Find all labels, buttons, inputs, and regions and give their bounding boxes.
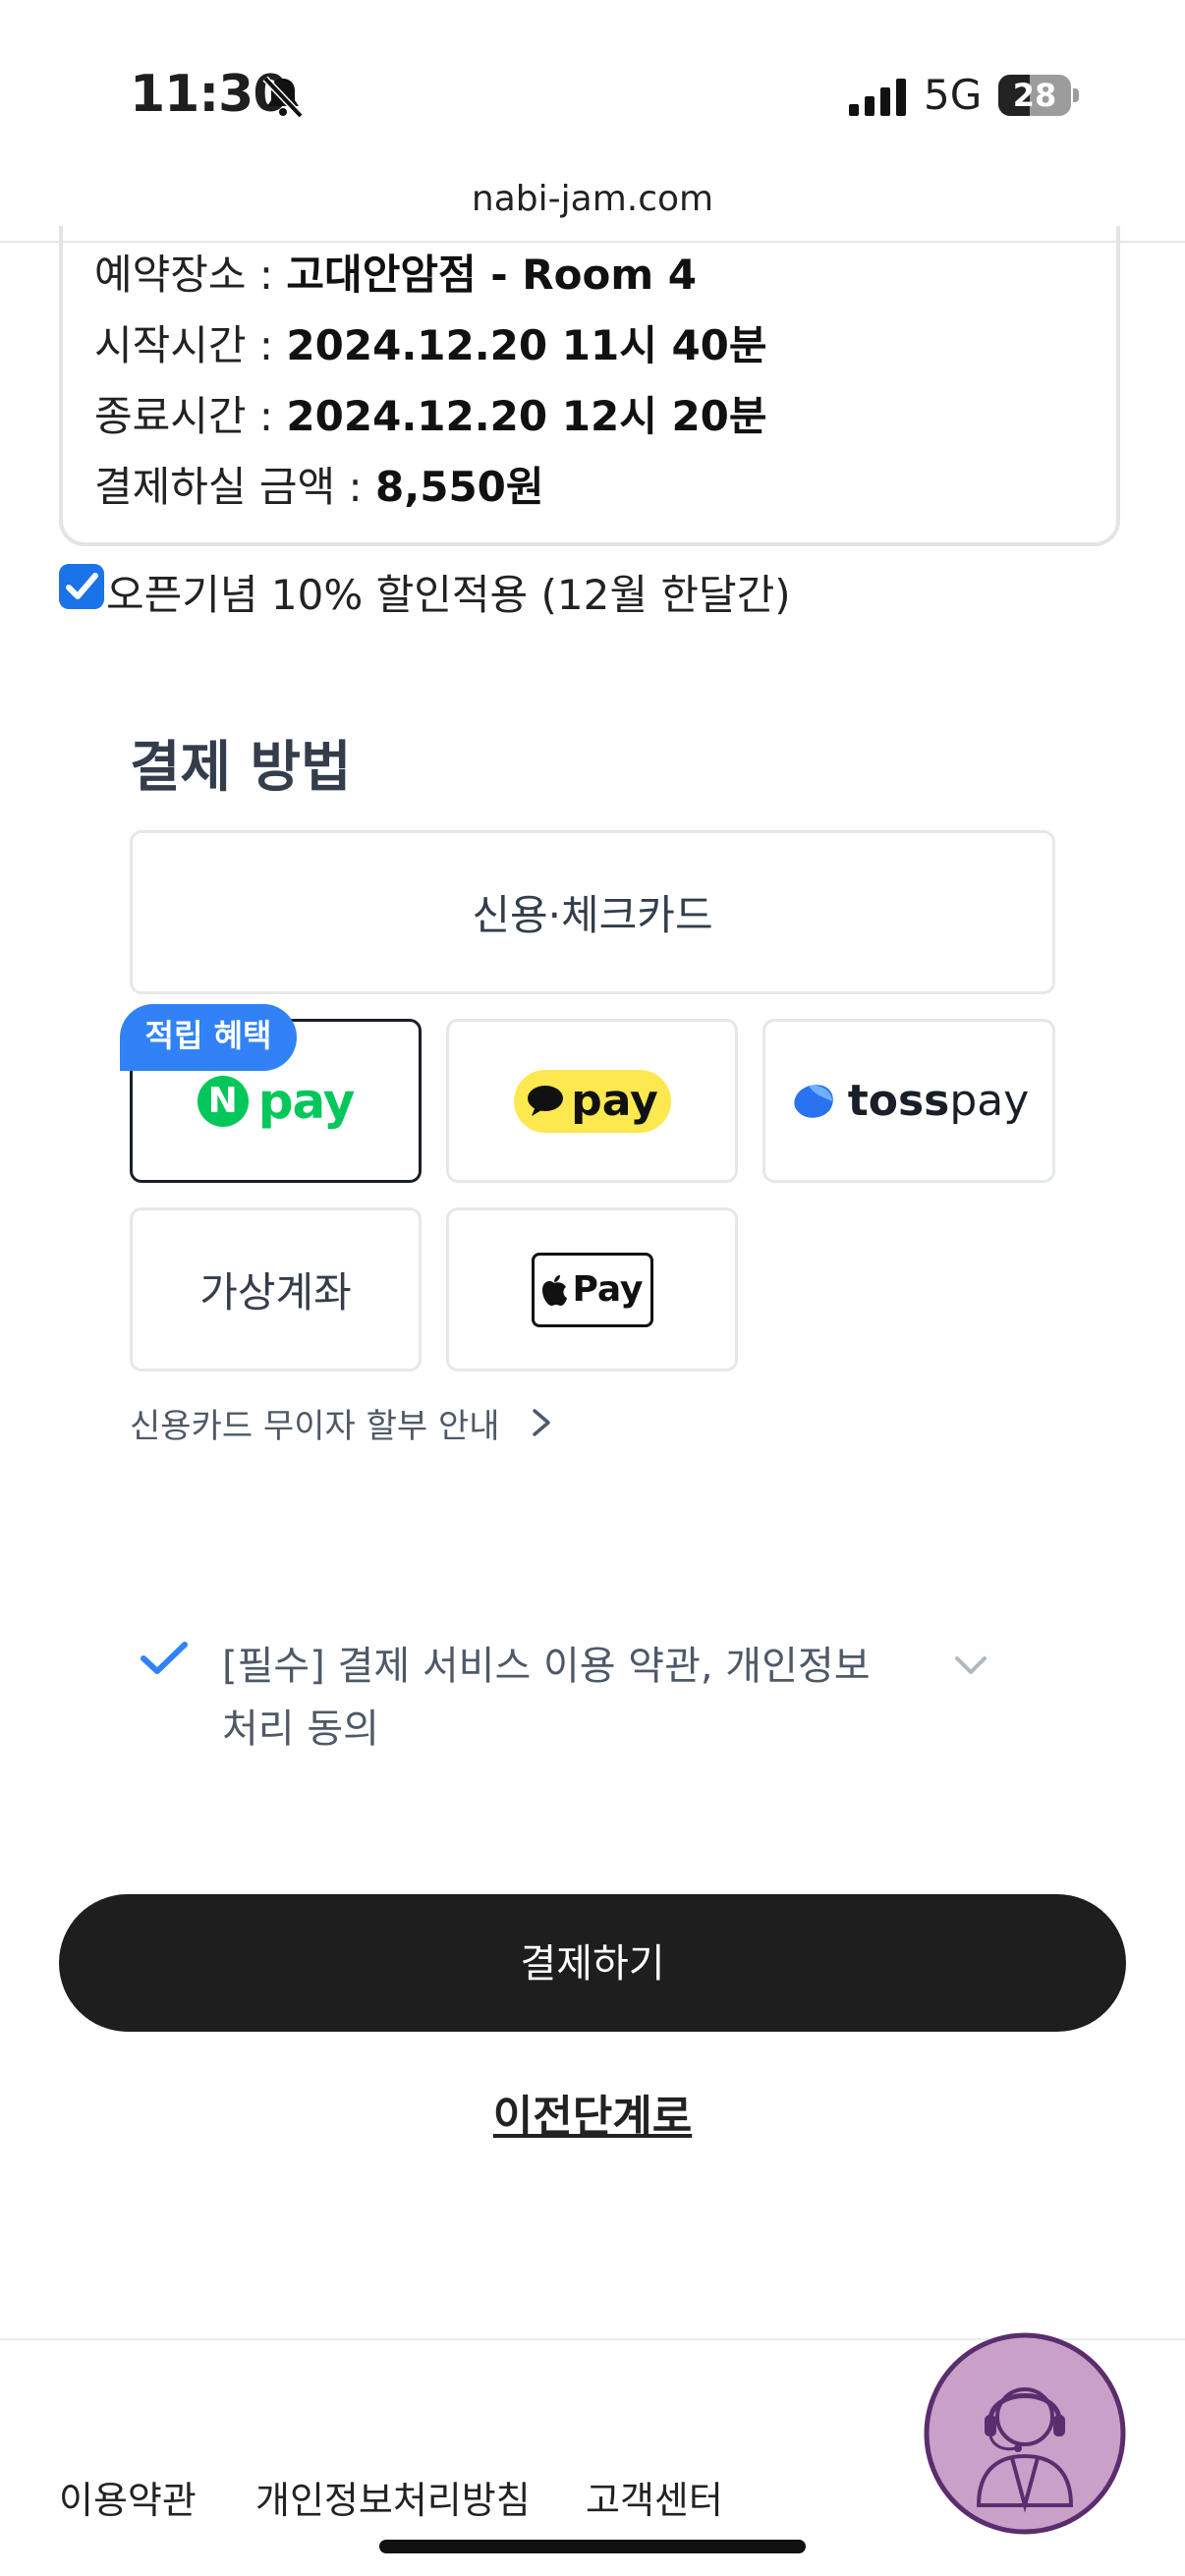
summary-location-value: 고대안암점 - Room 4 [286, 251, 697, 299]
back-link[interactable]: 이전단계로 [0, 2081, 1185, 2144]
payment-option-card-label: 신용·체크카드 [472, 891, 713, 939]
payment-option-tosspay[interactable]: tosspay [762, 1019, 1055, 1183]
footer-support-link[interactable]: 고객센터 [586, 2470, 723, 2524]
url-bar[interactable]: nabi-jam.com [0, 179, 1185, 219]
agreement-text[interactable]: [필수] 결제 서비스 이용 약관, 개인정보 처리 동의 [222, 1635, 910, 1761]
bell-muted-icon [262, 76, 304, 119]
reward-badge: 적립 혜택 [120, 1004, 297, 1071]
installment-info-link[interactable]: 신용카드 무이자 할부 안내 [130, 1399, 500, 1447]
payment-option-applepay[interactable]: Pay [446, 1207, 738, 1372]
payment-option-card[interactable]: 신용·체크카드 [130, 830, 1055, 994]
applepay-logo-text: Pay [572, 1269, 644, 1310]
cellular-signal-icon [849, 79, 906, 116]
footer-privacy-link[interactable]: 개인정보처리방침 [255, 2470, 531, 2524]
summary-end: 종료시간 : 2024.12.20 12시 20분 [94, 383, 767, 443]
footer-terms-link[interactable]: 이용약관 [59, 2470, 197, 2524]
payment-option-kakaopay[interactable]: pay [446, 1019, 738, 1183]
summary-location: 예약장소 : 고대안암점 - Room 4 [94, 242, 697, 302]
battery-level: 28 [1012, 77, 1057, 114]
summary-amount-value: 8,550원 [375, 463, 544, 511]
summary-location-label: 예약장소 : [94, 251, 287, 299]
tosspay-logo: tosspay [789, 1076, 1030, 1126]
battery-icon: 28 [998, 75, 1079, 116]
discount-label[interactable]: 오픈기념 10% 할인적용 (12월 한달간) [106, 562, 791, 622]
kakaopay-logo: pay [513, 1069, 671, 1133]
kakaopay-logo-text: pay [571, 1076, 658, 1126]
customer-support-avatar-icon[interactable] [924, 2332, 1126, 2535]
toss-logo-icon [794, 1084, 833, 1118]
network-type: 5G [924, 71, 983, 119]
chevron-down-icon[interactable] [949, 1651, 992, 1680]
tosspay-logo-text: pay [949, 1076, 1030, 1126]
pay-button[interactable]: 결제하기 [59, 1894, 1126, 2032]
npay-logo: N pay [197, 1072, 356, 1130]
tosspay-logo-bold: toss [847, 1076, 950, 1126]
npay-n-icon: N [197, 1075, 249, 1127]
summary-end-label: 종료시간 : [94, 392, 287, 440]
agreement-check-icon[interactable] [140, 1639, 189, 1678]
summary-amount-label: 결제하실 금액 : [94, 463, 376, 511]
payment-option-virtual-account[interactable]: 가상계좌 [130, 1207, 422, 1372]
apple-icon [542, 1274, 568, 1306]
payment-option-virtual-account-label: 가상계좌 [199, 1268, 352, 1316]
summary-amount: 결제하실 금액 : 8,550원 [94, 454, 544, 514]
home-indicator[interactable] [379, 2540, 806, 2553]
payment-method-title: 결제 방법 [130, 736, 352, 800]
applepay-logo: Pay [531, 1252, 653, 1327]
npay-logo-text: pay [257, 1072, 356, 1130]
summary-start-label: 시작시간 : [94, 321, 287, 369]
summary-start: 시작시간 : 2024.12.20 11시 40분 [94, 312, 767, 372]
summary-start-value: 2024.12.20 11시 40분 [286, 321, 767, 369]
chevron-right-icon[interactable] [527, 1405, 556, 1440]
discount-checkbox[interactable] [59, 564, 104, 609]
speech-bubble-icon [528, 1085, 564, 1116]
summary-end-value: 2024.12.20 12시 20분 [286, 392, 767, 440]
checkmark-icon [66, 573, 98, 599]
